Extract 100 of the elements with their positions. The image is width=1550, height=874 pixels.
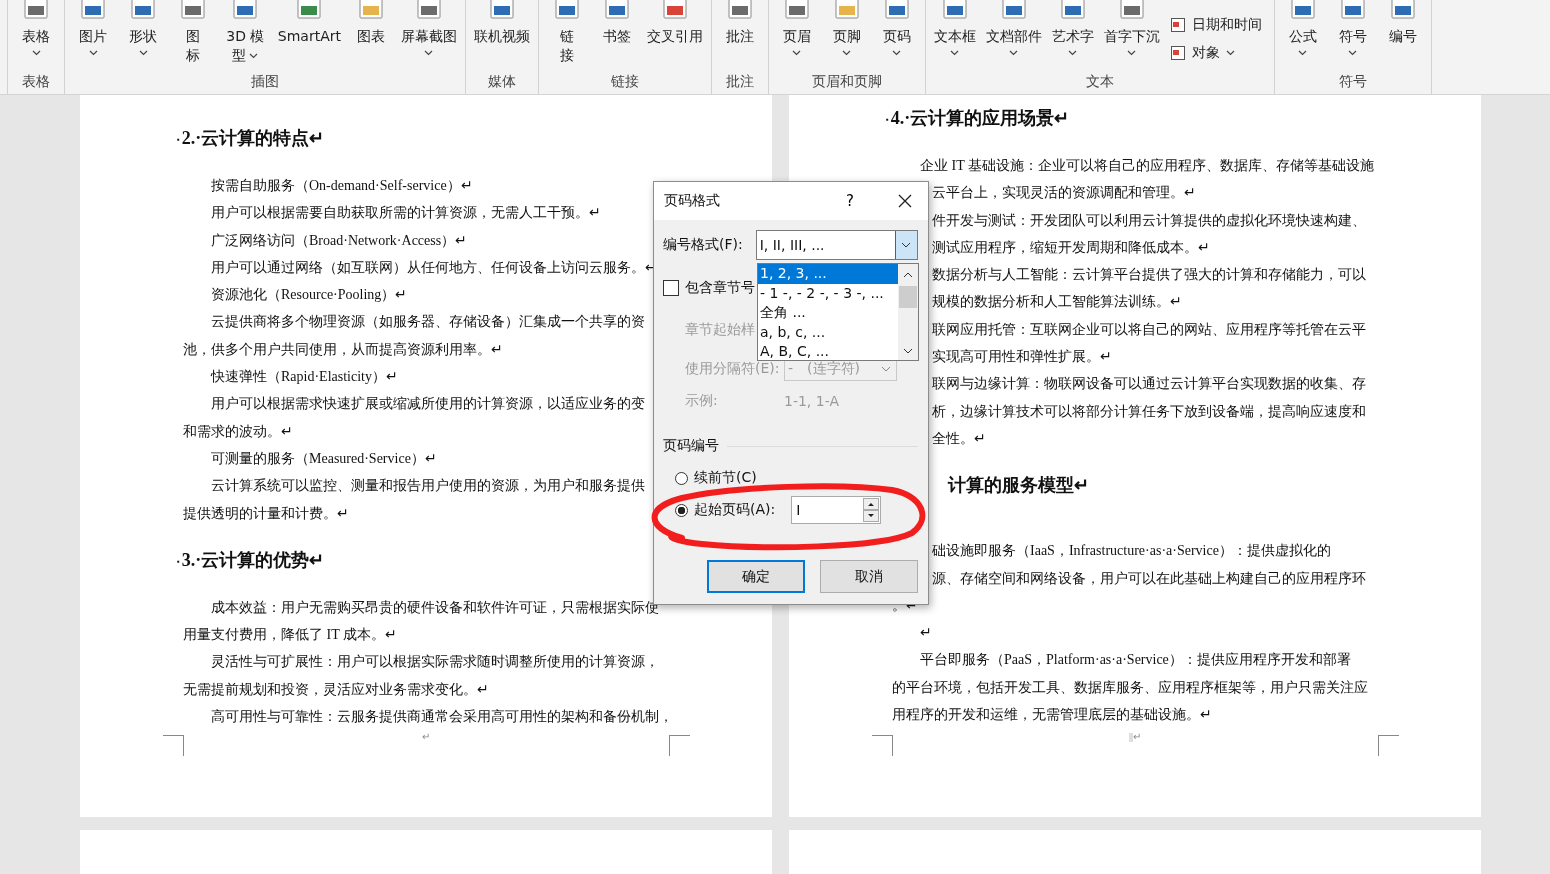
paragraph-line: 提供透明的计量和计费。↵ [183, 504, 349, 523]
ribbon-group-label: 表格 [21, 72, 51, 91]
paragraph-line: 无需提前规划和投资，灵活应对业务需求变化。↵ [183, 680, 489, 699]
format-dropdown[interactable]: I, II, III, ... [755, 230, 918, 260]
caret-icon [950, 50, 960, 56]
ribbon-small-button[interactable]: 对象 [1169, 44, 1262, 62]
example-text: 1-1, 1-A [784, 393, 839, 409]
field-label: 章节起始样 [684, 321, 755, 339]
ribbon-button[interactable]: 屏幕截图 [396, 0, 461, 72]
ribbon-button[interactable]: 首字下沉 [1099, 0, 1164, 72]
paragraph-line: 的平台环境，包括开发工具、数据库服务、应用程序框架等，用户只需关注应 [892, 678, 1368, 697]
checkbox[interactable] [663, 280, 679, 296]
ribbon-button[interactable]: 图表 [346, 0, 395, 72]
dialog-button[interactable]: 确定 [707, 560, 805, 593]
section-heading: ▪4.·云计算的应用场景↵ [886, 107, 1070, 130]
caret-icon [88, 50, 98, 56]
ribbon-button[interactable]: 文档部件 [981, 0, 1046, 72]
ribbon-button[interactable]: 页码 [872, 0, 921, 72]
field-label: 编号格式(F): [663, 236, 743, 254]
caret-icon [249, 53, 259, 59]
scrollbar[interactable] [898, 264, 918, 360]
crop-mark [1378, 735, 1399, 756]
crop-mark [669, 735, 690, 756]
caret-icon [792, 50, 802, 56]
chevron-down-icon [901, 242, 912, 248]
paragraph-line: 云提供商将多个物理资源（如服务器、存储设备）汇集成一个共享的资 [211, 313, 645, 332]
checkbox-label: 包含章节号 [685, 279, 755, 297]
paragraph-line: ↵ [920, 624, 932, 643]
field-label: 示例: [684, 392, 719, 410]
paragraph-line: 实现高可用性和弹性扩展。↵ [932, 348, 1112, 367]
chevron-down-icon [880, 366, 891, 372]
ribbon-button[interactable]: 3D 模型 [219, 0, 272, 72]
ribbon-button[interactable]: 书签 [592, 0, 641, 72]
ribbon-button[interactable]: 文本框 [929, 0, 980, 72]
dropdown-option[interactable]: 全角 ... [758, 303, 898, 323]
crop-mark [163, 735, 184, 756]
section-heading: ▪3.·云计算的优势↵ [177, 548, 325, 572]
caret-icon [1127, 50, 1137, 56]
paragraph-line: 联网与边缘计算：物联网设备可以通过云计算平台实现数据的收集、存 [932, 375, 1366, 394]
ribbon-group-label: 页眉和页脚 [810, 72, 883, 91]
radio-button[interactable] [675, 471, 688, 485]
paragraph-line: 全性。↵ [932, 429, 986, 448]
dialog-title: 页码格式 [664, 192, 721, 210]
ribbon-button[interactable]: 图片 [69, 0, 117, 72]
paragraph-line: 按需自助服务（On-demand·Self-service）↵ [211, 177, 473, 195]
radio-button[interactable] [675, 503, 688, 517]
paragraph-line: 灵活性与可扩展性：用户可以根据实际需求随时调整所使用的计算资源， [211, 653, 659, 672]
ribbon-group-label: 文本 [1084, 72, 1115, 91]
paragraph-line: 云平台上，实现灵活的资源调配和管理。↵ [932, 184, 1196, 203]
ribbon-button[interactable]: 公式 [1278, 0, 1327, 72]
ribbon-button[interactable]: 编号 [1378, 0, 1427, 72]
help-button[interactable]: ? [846, 192, 854, 210]
caret-icon [892, 50, 902, 56]
caret-icon [1225, 50, 1235, 56]
ribbon-button[interactable]: 符号 [1328, 0, 1377, 72]
paragraph-line: 资源池化（Resource·Pooling）↵ [211, 286, 408, 305]
ribbon-button[interactable]: SmartArt [273, 0, 345, 72]
dropdown-option[interactable]: - 1 -, - 2 -, - 3 -, ... [758, 283, 898, 304]
ribbon-button[interactable]: 联机视频 [469, 0, 534, 72]
paragraph-line: 平台即服务（PaaS，Platform·as·a·Service）：提供应用程序开发和部署 [920, 651, 1351, 670]
paragraph-mark: ↵ [422, 731, 430, 742]
ribbon-button[interactable]: 图标 [169, 0, 217, 72]
section-heading: 计算的服务模型↵ [948, 474, 1089, 498]
dialog-button[interactable]: 取消 [820, 560, 918, 593]
ribbon-button[interactable]: 表格 [12, 0, 60, 72]
start-number-field[interactable]: I [791, 496, 882, 524]
ribbon-button[interactable]: 形状 [119, 0, 167, 72]
paragraph-line: 件开发与测试：开发团队可以利用云计算提供的虚拟化环境快速构建、 [932, 211, 1366, 230]
ribbon-button[interactable]: 交叉引用 [642, 0, 707, 72]
paragraph-line: 高可用性与可靠性：云服务提供商通常会采用高可用性的架构和备份机制， [211, 708, 673, 727]
paragraph-line: 规模的数据分析和人工智能算法训练。↵ [932, 293, 1182, 312]
paragraph-line: 用户可以根据需求快速扩展或缩减所使用的计算资源，以适应业务的变 [211, 395, 645, 414]
ribbon-small-button[interactable]: 日期和时间 [1169, 16, 1262, 34]
dropdown-option[interactable]: 1, 2, 3, ... [758, 264, 898, 284]
ribbon-button[interactable]: 艺术字 [1047, 0, 1098, 72]
ribbon-button[interactable]: 页脚 [822, 0, 871, 72]
paragraph-line: 池，供多个用户共同使用，从而提高资源利用率。↵ [183, 340, 503, 359]
ribbon-button[interactable]: 链接 [542, 0, 591, 72]
paragraph-line: 源、存储空间和网络设备，用户可以在此基础上构建自己的应用程序环 [932, 569, 1366, 588]
crop-mark [872, 735, 893, 756]
caret-icon [842, 50, 852, 56]
ribbon-group-label: 媒体 [486, 72, 517, 91]
ribbon-button[interactable]: 页眉 [772, 0, 821, 72]
paragraph-line: 企业 IT 基础设施：企业可以将自己的应用程序、数据库、存储等基础设施 [920, 157, 1374, 175]
radio-label: 续前节(C) [694, 469, 757, 487]
ribbon-group-label: 符号 [1337, 72, 1368, 91]
caret-icon [1009, 50, 1019, 56]
caret-icon [138, 50, 148, 56]
paragraph-line: 联网应用托管：互联网企业可以将自己的网站、应用程序等托管在云平 [932, 320, 1366, 339]
spin-arrows-icon [863, 498, 880, 522]
paragraph-mark: ||↵ [1129, 731, 1141, 742]
radio-label: 起始页码(A): [694, 501, 776, 519]
paragraph-line: 用量支付费用，降低了 IT 成本。↵ [183, 626, 397, 645]
paragraph-line: 云计算系统可以监控、测量和报告用户使用的资源，为用户和服务提供 [211, 477, 645, 496]
close-icon[interactable] [898, 194, 912, 208]
field-label: 使用分隔符(E): [684, 360, 781, 378]
dropdown-option[interactable]: a, b, c, ... [758, 322, 898, 343]
ribbon-button[interactable]: 批注 [715, 0, 764, 72]
paragraph-line: 用程序的开发和运维，无需管理底层的基础设施。↵ [892, 706, 1212, 725]
paragraph-line: 快速弹性（Rapid·Elasticity）↵ [211, 368, 398, 387]
